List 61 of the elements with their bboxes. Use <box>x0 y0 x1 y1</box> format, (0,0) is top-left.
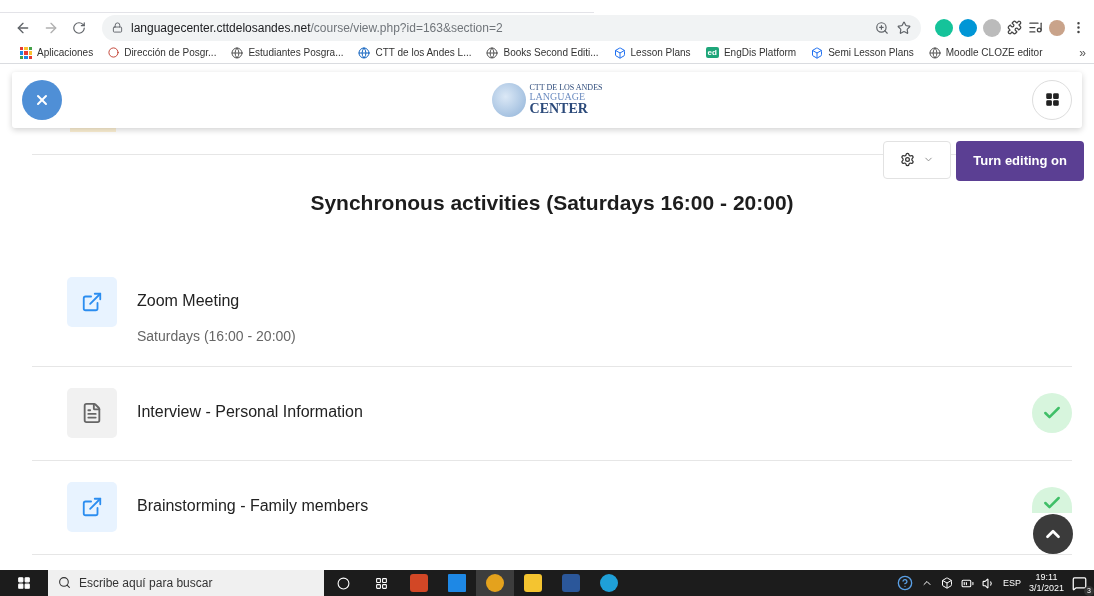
settings-button[interactable] <box>883 140 952 179</box>
logo-text: LANGUAGE <box>529 91 587 102</box>
activity-link[interactable]: Interview - Personal Information <box>137 402 363 421</box>
url-path: /course/view.php?id=163&section=2 <box>310 20 503 35</box>
globe-icon <box>928 46 941 59</box>
logo-text: CTT DE LOS ANDES <box>529 83 603 92</box>
url-host: languagecenter.cttdelosandes.net <box>131 20 311 35</box>
bookmark-link[interactable]: Moodle CLOZE editor <box>928 46 1043 59</box>
reload-icon <box>72 20 86 35</box>
language-indicator[interactable]: ESP <box>1002 578 1021 588</box>
globe-logo-icon <box>491 82 526 117</box>
activity-link[interactable]: Brainstorming - Family members <box>137 496 369 515</box>
completion-check-icon[interactable] <box>1032 486 1072 513</box>
address-bar[interactable]: languagecenter.cttdelosandes.net/course/view.php?id=163&section=2 <box>102 14 921 41</box>
taskbar-search-field[interactable]: Escribe aquí para buscar <box>48 570 324 596</box>
zoom-icon[interactable] <box>875 20 889 35</box>
bookmark-link[interactable]: Semi Lesson Plans <box>811 46 914 59</box>
ed-badge: ed <box>705 47 719 59</box>
bookmark-link[interactable]: CTT de los Andes L... <box>358 46 472 59</box>
close-button[interactable] <box>22 79 62 120</box>
media-icon[interactable] <box>1028 20 1043 36</box>
external-link-icon <box>81 495 103 518</box>
bookmark-label: Estudiantes Posgra... <box>248 47 344 59</box>
bookmark-star-icon[interactable] <box>897 20 911 35</box>
external-link-icon <box>81 290 103 313</box>
globe-icon <box>231 46 244 59</box>
clock-time[interactable]: 19:11 <box>1035 572 1058 583</box>
bookmark-link[interactable]: Aplicaciones <box>20 46 94 59</box>
volume-icon[interactable] <box>981 576 995 590</box>
bookmark-label: Lesson Plans <box>630 47 691 59</box>
bookmark-label: Moodle CLOZE editor <box>945 47 1043 59</box>
puzzle-icon[interactable] <box>1007 20 1022 36</box>
apps-grid-icon <box>20 46 32 59</box>
bookmark-label: EngDis Platform <box>723 47 797 59</box>
windows-logo-icon <box>17 576 31 590</box>
bookmark-label: CTT de los Andes L... <box>375 47 472 59</box>
activity-description: Saturdays (16:00 - 20:00) <box>137 327 297 344</box>
bookmark-label: Books Second Editi... <box>503 47 599 59</box>
bookmark-link[interactable]: Lesson Plans <box>613 46 691 59</box>
globe-icon <box>486 46 499 59</box>
grid-button[interactable] <box>1032 79 1072 120</box>
settings-icon <box>900 152 916 168</box>
document-icon <box>81 401 103 424</box>
extension-icon[interactable] <box>959 18 977 37</box>
earth-icon <box>358 46 371 59</box>
bookmarks-overflow[interactable]: » <box>1079 45 1086 60</box>
lock-icon <box>112 22 123 34</box>
bookmark-link[interactable]: Estudiantes Posgra... <box>231 46 344 59</box>
completion-check-icon[interactable] <box>1032 392 1072 433</box>
bookmark-link[interactable]: Books Second Editi... <box>486 46 599 59</box>
scroll-to-top-button[interactable] <box>1033 514 1073 554</box>
turn-editing-on-button[interactable]: Turn editing on <box>956 140 1084 181</box>
clock-date[interactable]: 3/1/2021 <box>1028 583 1064 594</box>
bookmark-link[interactable]: ed EngDis Platform <box>705 47 797 59</box>
bookmark-label: Aplicaciones <box>37 47 94 59</box>
activity-link[interactable]: Zoom Meeting <box>137 291 240 310</box>
section-title: Synchronous activities (Saturdays 16:00 - 20:00) <box>309 189 795 216</box>
logo-text: CENTER <box>529 101 589 116</box>
bookmark-label: Semi Lesson Plans <box>828 47 914 59</box>
grid-icon <box>1044 92 1060 108</box>
help-icon[interactable] <box>896 575 913 591</box>
